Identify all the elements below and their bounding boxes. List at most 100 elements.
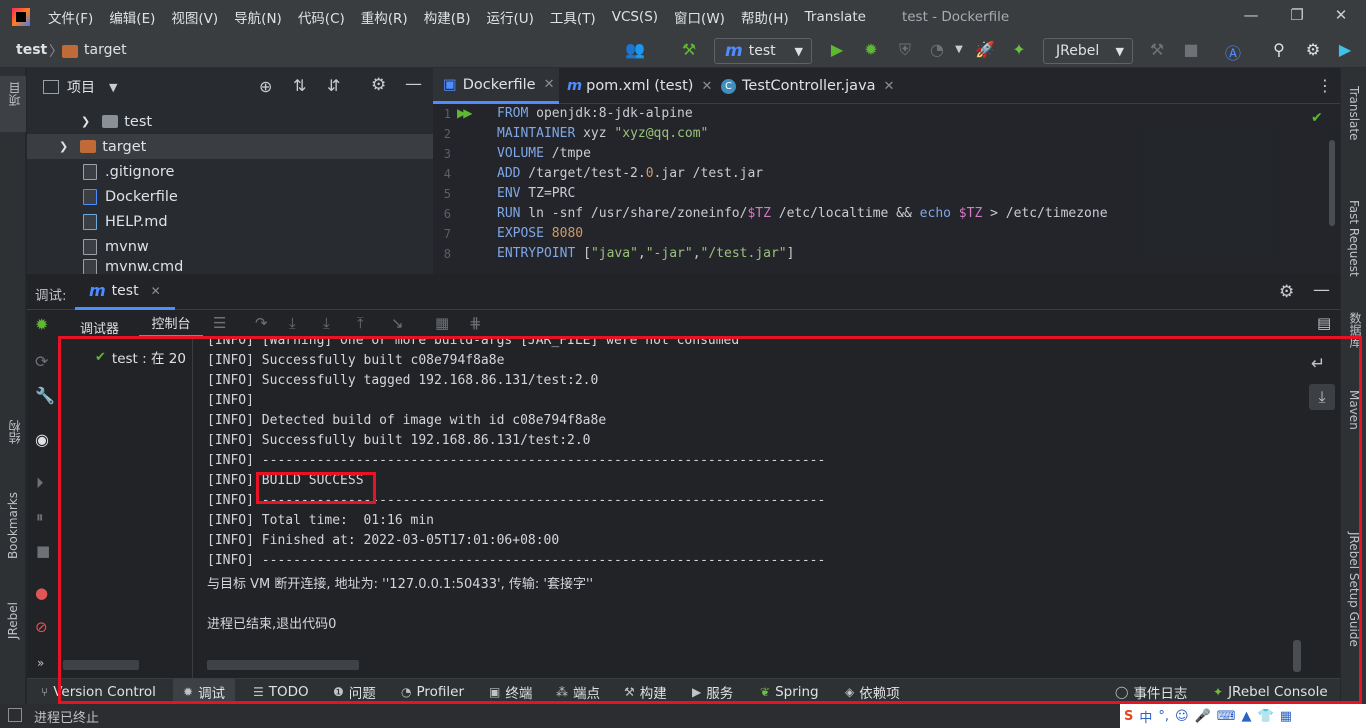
toolbox-icon[interactable]: ▶ [1334,40,1356,59]
user-icon[interactable]: 👥 [624,40,646,59]
tree-item-dockerfile[interactable]: Dockerfile [27,184,433,209]
tree-item-test[interactable]: ❯ test [27,109,433,134]
step-over-icon[interactable]: ↷ [255,314,268,332]
fast-request-tool-label[interactable]: Fast Request [1347,200,1361,277]
force-step-into-icon[interactable]: ⤓ [323,314,330,332]
stop-icon[interactable]: ■ [36,542,50,560]
tool-services[interactable]: ▶ 服务 [692,679,733,705]
minimize-button[interactable]: — [1240,6,1262,24]
bookmarks-tool-label[interactable]: Bookmarks [6,492,20,559]
evaluate-icon[interactable]: ▦ [435,314,449,332]
run-icon[interactable]: ▶ [826,40,848,59]
code-line[interactable]: ADD /target/test-2.0.jar /test.jar [497,166,763,181]
menu-file[interactable]: 文件(F) [40,7,101,27]
jrebel-guide-tool-label[interactable]: JRebel Setup Guide [1347,532,1361,647]
code-line[interactable]: RUN ln -snf /usr/share/zoneinfo/$TZ /etc… [497,206,1108,221]
more-run-chevron-icon[interactable]: ▼ [948,44,970,55]
jrebel-select[interactable]: JRebel ▼ [1043,38,1133,64]
console-vertical-scrollbar[interactable] [1293,640,1301,672]
tree-item-mvnw[interactable]: mvnw [27,234,433,259]
run-gutter-icon[interactable]: ▶▶ [457,106,473,120]
mute-breakpoints-icon[interactable]: ⊘ [35,618,48,636]
ime-toolbar[interactable]: S 中 °, ☺ 🎤 ⌨ ▲ 👕 ▦ [1120,704,1366,728]
ime-mode-label[interactable]: 中 [1139,707,1152,726]
resume-icon[interactable]: ⟳ [35,352,48,371]
hide-panel-icon[interactable]: — [405,74,422,94]
more-options-icon[interactable]: ⋮ [1317,76,1333,95]
step-into-icon[interactable]: ⤓ [289,314,296,332]
layout-icon[interactable]: ▤ [1317,314,1331,332]
code-line[interactable]: ENV TZ=PRC [497,186,575,201]
expand-all-icon[interactable]: ⇅ [293,76,306,95]
code-line[interactable]: FROM openjdk:8-jdk-alpine [497,106,693,121]
pause-icon[interactable]: ⏸ [36,508,44,526]
tool-profiler[interactable]: ◔ Profiler [401,679,464,705]
chevron-right-icon[interactable]: ❯ [59,140,68,153]
wrench-icon[interactable]: 🔧 [35,386,55,405]
rerun-debug-icon[interactable]: ✹ [35,315,48,334]
tab-test-controller[interactable]: C TestController.java ✕ [721,68,894,104]
jrebel-remote-icon[interactable]: ⚒ [1146,40,1168,59]
menu-code[interactable]: 代码(C) [290,7,353,27]
session-tree-item[interactable]: ✔ test : 在 20 [95,347,186,368]
menu-translate[interactable]: Translate [797,9,874,25]
settings-gear-icon[interactable]: ⚙ [371,75,386,95]
coverage-icon[interactable]: ⛨ [894,40,916,60]
breakpoints-icon[interactable]: ● [35,584,48,602]
menu-tools[interactable]: 工具(T) [542,7,604,27]
tool-debug[interactable]: ✹ 调试 [173,679,236,705]
close-tab-icon[interactable]: ✕ [544,77,555,92]
database-tool-label[interactable]: 数据库 [1347,312,1364,348]
tab-pom-xml[interactable]: m pom.xml (test) ✕ [567,68,712,104]
console-output[interactable]: [INFO] [Warning] One or more build-args … [203,338,1303,678]
menu-run[interactable]: 运行(U) [479,7,542,27]
menu-edit[interactable]: 编辑(E) [101,7,163,27]
scroll-to-end-icon[interactable]: ⤓ [1309,384,1335,410]
project-panel-title[interactable]: 项目 [67,77,95,97]
locate-target-icon[interactable]: ⊕ [259,77,272,96]
jrebel-run-icon[interactable]: 🚀 [974,40,996,59]
collapse-all-icon[interactable]: ⇵ [327,76,340,95]
tool-problems[interactable]: ❶ 问题 [333,679,376,705]
tree-item-help-md[interactable]: HELP.md [27,209,433,234]
soft-wrap-icon[interactable]: ↵ [1311,354,1325,374]
maven-tool-label[interactable]: Maven [1347,390,1361,430]
settings-gear-icon[interactable]: ⚙ [1279,282,1294,302]
tshirt-icon[interactable]: 👕 [1258,709,1274,724]
settings-gear-icon[interactable]: ⚙ [1302,40,1324,59]
debug-session-tab[interactable]: m test ✕ [75,274,175,310]
more-icon[interactable]: » [37,656,44,670]
tool-spring[interactable]: ❦ Spring [760,679,819,705]
tab-debugger[interactable]: 调试器 [80,318,119,337]
run-config-select[interactable]: m test ▼ [714,38,812,64]
structure-tool-label[interactable]: 结构 [6,420,23,444]
trace-icon[interactable]: ⋕ [469,314,482,332]
tool-terminal[interactable]: ▣ 终端 [489,679,532,705]
chevron-right-icon[interactable]: ❯ [81,115,90,128]
code-line[interactable]: ENTRYPOINT ["java","-jar","/test.jar"] [497,246,794,261]
breadcrumb-project[interactable]: test [16,42,47,58]
code-line[interactable]: MAINTAINER xyz "xyz@qq.com" [497,126,708,141]
menu-help[interactable]: 帮助(H) [733,7,797,27]
keyboard-icon[interactable]: ⌨ [1217,709,1236,724]
emoji-icon[interactable]: ☺ [1175,709,1189,724]
tab-dockerfile[interactable]: ▣ Dockerfile ✕ [433,68,559,104]
debug-icon[interactable]: ✹ [860,40,882,59]
menu-window[interactable]: 窗口(W) [666,7,733,27]
voice-icon[interactable]: 🎤 [1195,709,1211,724]
translate-icon[interactable]: Ⓐ [1222,40,1244,64]
view-breakpoints-eye-icon[interactable]: ◉ [35,430,49,449]
skin-icon[interactable]: ▲ [1242,709,1252,724]
tool-build[interactable]: ⚒ 构建 [624,679,667,705]
menu-view[interactable]: 视图(V) [163,7,226,27]
hide-panel-icon[interactable]: — [1313,280,1330,300]
code-line[interactable]: VOLUME /tmpe [497,146,591,161]
close-tab-icon[interactable]: ✕ [701,79,712,94]
jrebel-debug-icon[interactable]: ✦ [1008,40,1030,59]
console-horizontal-scrollbar[interactable] [207,660,359,670]
jrebel-tool-label[interactable]: JRebel [6,602,20,639]
tool-dependencies[interactable]: ◈ 依赖项 [845,679,900,705]
search-icon[interactable]: ⚲ [1268,40,1290,59]
project-tool-tab[interactable]: 项目 [0,76,26,132]
menu-build[interactable]: 构建(B) [416,7,479,27]
